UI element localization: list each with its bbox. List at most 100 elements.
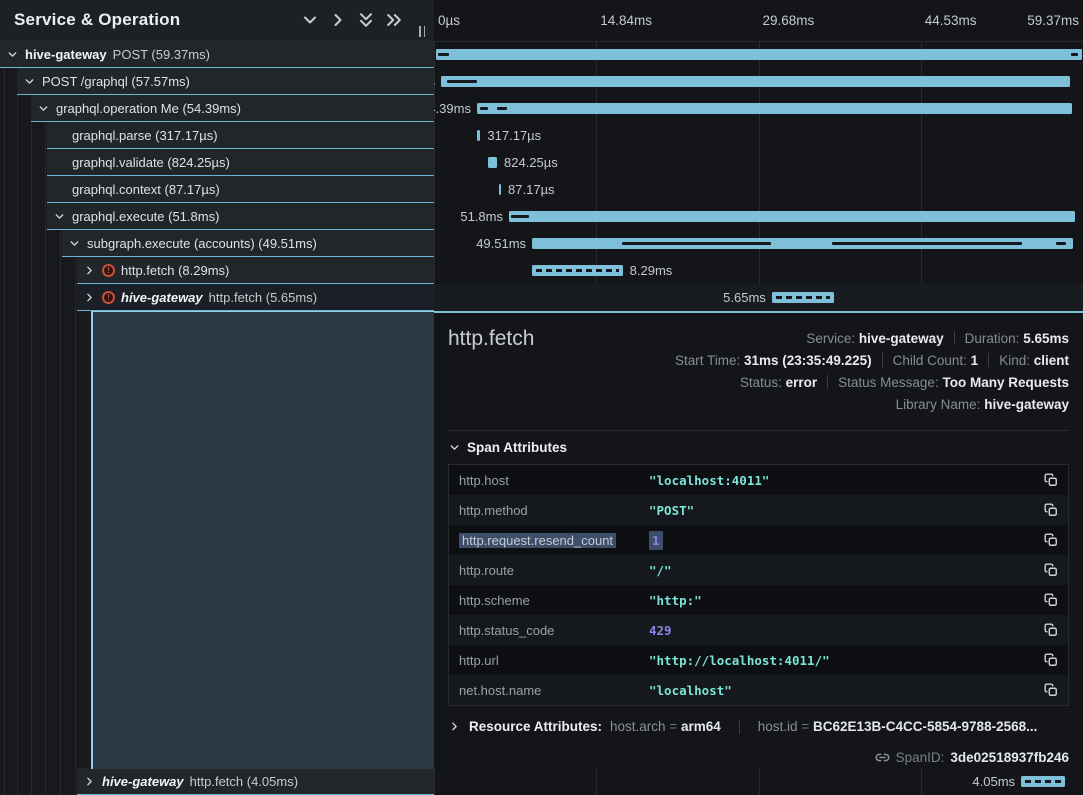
chevron-down-icon[interactable] bbox=[6, 48, 19, 61]
span-meta-line: Service: hive-gatewayDuration: 5.65ms bbox=[675, 328, 1069, 350]
span-bar[interactable] bbox=[477, 130, 480, 141]
span-bar[interactable] bbox=[509, 211, 1075, 222]
meta-label: Duration: bbox=[965, 331, 1020, 346]
span-name-label: POST (59.37ms) bbox=[113, 47, 210, 62]
meta-value: error bbox=[786, 375, 818, 390]
span-duration-label: 87.17µs bbox=[508, 182, 555, 197]
copy-icon[interactable] bbox=[1034, 533, 1068, 547]
tree-row[interactable]: hive-gatewayhttp.fetch (4.05ms) bbox=[0, 768, 434, 795]
span-name-label: http.fetch (4.05ms) bbox=[190, 774, 298, 789]
copy-icon[interactable] bbox=[1034, 473, 1068, 487]
chevron-right-icon[interactable] bbox=[83, 775, 96, 788]
span-duration-label: 49.51ms bbox=[476, 236, 526, 251]
span-meta: Service: hive-gatewayDuration: 5.65msSta… bbox=[675, 328, 1069, 416]
timeline-row: 51.8ms bbox=[434, 203, 1083, 230]
copy-icon[interactable] bbox=[1034, 593, 1068, 607]
chevrons-right-icon[interactable] bbox=[384, 10, 404, 30]
span-duration-label: 8.29ms bbox=[630, 263, 673, 278]
span-duration-label: 317.17µs bbox=[487, 128, 541, 143]
copy-icon[interactable] bbox=[1034, 623, 1068, 637]
attribute-row: http.request.resend_count1 bbox=[449, 525, 1068, 555]
tree-row[interactable]: graphql.execute (51.8ms) bbox=[0, 203, 434, 230]
meta-separator bbox=[739, 720, 740, 734]
timeline-row: 4.05ms bbox=[434, 768, 1083, 795]
copy-icon[interactable] bbox=[1034, 653, 1068, 667]
chevron-right-icon[interactable] bbox=[328, 10, 348, 30]
chevron-down-icon[interactable] bbox=[300, 10, 320, 30]
tree-row[interactable]: graphql.parse (317.17µs) bbox=[0, 122, 434, 149]
tree-row[interactable]: subgraph.execute (accounts) (49.51ms) bbox=[0, 230, 434, 257]
tree-row[interactable]: POST /graphql (57.57ms) bbox=[0, 68, 434, 95]
meta-label: Kind: bbox=[999, 353, 1030, 368]
attribute-key: http.status_code bbox=[449, 623, 649, 638]
attribute-value: "localhost:4011" bbox=[649, 473, 1034, 488]
span-bar[interactable] bbox=[772, 292, 834, 303]
span-duration-label: 57.57ms bbox=[434, 74, 435, 89]
axis-tick: 59.37ms bbox=[1027, 13, 1079, 28]
copy-icon[interactable] bbox=[1034, 683, 1068, 697]
timeline-row: 87.17µs bbox=[434, 176, 1083, 203]
span-bar[interactable] bbox=[499, 184, 501, 195]
span-bar[interactable] bbox=[441, 76, 1070, 87]
panel-resize-handle[interactable] bbox=[419, 26, 425, 37]
child-span-mark bbox=[497, 107, 507, 110]
span-bar[interactable] bbox=[477, 103, 1072, 114]
span-bar[interactable] bbox=[532, 265, 623, 276]
attribute-key: http.url bbox=[449, 653, 649, 668]
timeline-row: 54.39ms bbox=[434, 95, 1083, 122]
tree-header-toolbar bbox=[300, 10, 404, 30]
tree-row[interactable]: !http.fetch (8.29ms) bbox=[0, 257, 434, 284]
span-service-name: hive-gateway bbox=[25, 47, 107, 62]
tree-row[interactable]: graphql.validate (824.25µs) bbox=[0, 149, 434, 176]
copy-icon[interactable] bbox=[1034, 503, 1068, 517]
chevron-right-icon[interactable] bbox=[83, 291, 96, 304]
timeline-row: 5.65ms bbox=[434, 284, 1083, 311]
span-id-row: SpanID: 3de02518937fb246 bbox=[875, 750, 1069, 765]
span-service-name: hive-gateway bbox=[121, 290, 203, 305]
link-icon[interactable] bbox=[875, 750, 890, 765]
resource-attributes-row[interactable]: Resource Attributes:host.arch = arm64hos… bbox=[448, 719, 1037, 734]
meta-label: Start Time: bbox=[675, 353, 740, 368]
span-meta-line: Start Time: 31ms (23:35:49.225)Child Cou… bbox=[675, 350, 1069, 372]
child-span-mark bbox=[1056, 242, 1066, 245]
span-bar[interactable] bbox=[532, 238, 1073, 249]
tree-row[interactable]: hive-gateway POST (59.37ms) bbox=[0, 41, 434, 68]
span-duration-label: 5.65ms bbox=[723, 290, 766, 305]
axis-tick: 44.53ms bbox=[925, 13, 977, 28]
meta-separator bbox=[988, 353, 989, 367]
attribute-value: "http:" bbox=[649, 593, 1034, 608]
chevron-right-icon[interactable] bbox=[448, 720, 461, 733]
copy-icon[interactable] bbox=[1034, 563, 1068, 577]
chevron-down-icon[interactable] bbox=[68, 237, 81, 250]
selected-span-child-region bbox=[91, 311, 434, 769]
tree-row[interactable]: graphql.operation Me (54.39ms) bbox=[0, 95, 434, 122]
meta-label: Status Message: bbox=[838, 375, 939, 390]
span-bar[interactable] bbox=[488, 157, 497, 168]
chevron-right-icon[interactable] bbox=[83, 264, 96, 277]
span-meta-line: Library Name: hive-gateway bbox=[675, 394, 1069, 416]
span-bar[interactable] bbox=[436, 49, 1082, 60]
chevrons-down-icon[interactable] bbox=[356, 10, 376, 30]
span-attributes-toggle[interactable]: Span Attributes bbox=[448, 440, 567, 455]
meta-value: 1 bbox=[971, 353, 979, 368]
meta-separator bbox=[827, 375, 828, 389]
span-name-label: subgraph.execute (accounts) (49.51ms) bbox=[87, 236, 317, 251]
meta-value: client bbox=[1034, 353, 1069, 368]
chevron-down-icon[interactable] bbox=[23, 75, 36, 88]
tree-header: Service & Operation bbox=[0, 0, 434, 42]
detail-divider bbox=[448, 430, 1069, 431]
chevron-down-icon[interactable] bbox=[53, 210, 66, 223]
meta-separator bbox=[954, 331, 955, 345]
span-bar[interactable] bbox=[1021, 776, 1065, 787]
span-id-value: 3de02518937fb246 bbox=[950, 750, 1069, 765]
error-icon: ! bbox=[102, 264, 115, 277]
meta-value: 31ms (23:35:49.225) bbox=[744, 353, 872, 368]
timeline-axis: 0µs14.84ms29.68ms44.53ms59.37ms bbox=[434, 0, 1083, 42]
tree-row[interactable]: !hive-gatewayhttp.fetch (5.65ms) bbox=[0, 284, 434, 311]
chevron-down-icon[interactable] bbox=[37, 102, 50, 115]
attribute-value: 1 bbox=[649, 533, 1034, 548]
attribute-key: http.host bbox=[449, 473, 649, 488]
tree-row[interactable]: graphql.context (87.17µs) bbox=[0, 176, 434, 203]
attribute-row: http.scheme"http:" bbox=[449, 585, 1068, 615]
attribute-row: http.status_code429 bbox=[449, 615, 1068, 645]
